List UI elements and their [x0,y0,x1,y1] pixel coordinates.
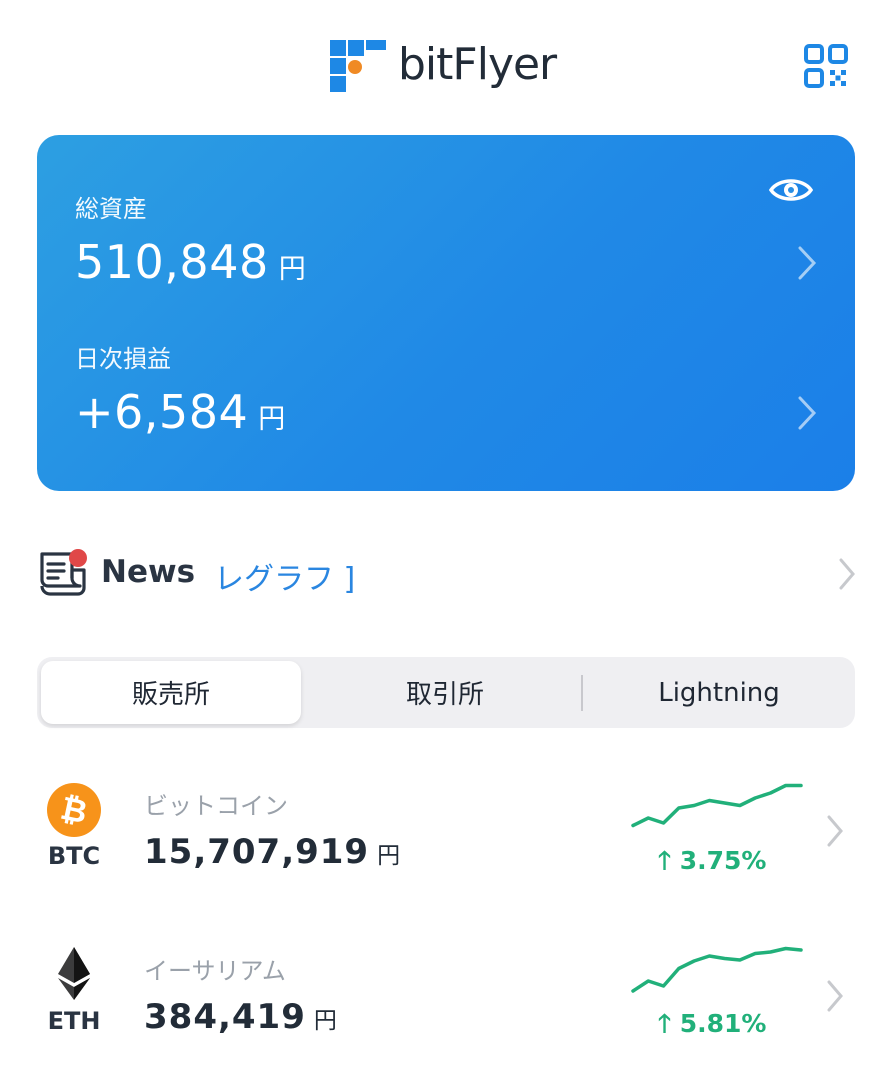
price-change-value: 3.75% [679,846,767,875]
app-header: bitFlyer [0,0,892,120]
news-row[interactable]: News レグラフ ] [38,540,856,610]
tab-torihikijo[interactable]: 取引所 [313,661,577,724]
logo-text: bitFlyer [398,39,557,90]
daily-pnl-row[interactable]: 日次損益 +6,584 円 [37,327,855,439]
news-icon [40,549,87,596]
sparkline-chart [631,783,803,828]
sparkline-line [631,946,803,993]
news-ticker[interactable]: レグラフ ] [214,554,355,598]
balance-card: 総資産 510,848 円 日次損益 +6,584 円 [37,135,855,491]
coin-row-btc[interactable]: ₿ BTC ビットコイン 15,707,919 円 🡑 3.75% [0,770,892,920]
ethereum-icon [58,947,90,1000]
coin-price-value: 384,419 [144,997,306,1037]
coin-symbol: ETH [47,1007,101,1035]
total-assets-row[interactable]: 総資産 510,848 円 [37,175,855,289]
chevron-right-icon [798,246,817,280]
tab-divider [581,675,583,711]
total-assets-unit: 円 [278,254,307,285]
price-change: 🡑 3.75% [658,842,766,885]
coin-symbol: BTC [47,842,101,870]
coin-price: 15,707,919 円 [144,832,401,872]
qr-code-icon[interactable] [802,42,850,90]
total-assets-label: 総資産 [75,195,147,223]
coin-price: 384,419 円 [144,997,338,1037]
daily-pnl-label: 日次損益 [75,345,171,373]
market-tabs: 販売所 取引所 Lightning [37,657,855,728]
daily-pnl-value: +6,584 [75,385,249,439]
bitflyer-logo: bitFlyer [330,36,557,94]
bitflyer-logo-mark [330,36,388,94]
coin-price-unit: 円 [377,843,402,869]
coin-name: イーサリアム [144,957,286,985]
news-title: News [101,554,196,590]
coin-name: ビットコイン [144,792,288,820]
daily-pnl-amount: +6,584 円 [75,385,286,439]
price-change: 🡑 5.81% [658,1005,766,1048]
arrow-up-icon: 🡑 [658,846,672,875]
coin-price-value: 15,707,919 [144,832,370,872]
coin-row-eth[interactable]: ETH イーサリアム 384,419 円 🡑 5.81% [0,935,892,1085]
total-assets-value: 510,848 [75,235,269,289]
chevron-right-icon [827,815,843,847]
tab-hanbaijo[interactable]: 販売所 [41,661,301,724]
chevron-right-icon [827,980,843,1012]
chevron-right-icon [839,558,855,590]
sparkline-chart [631,946,803,993]
sparkline-line [631,783,803,828]
bitcoin-icon: ₿ [47,783,101,837]
tab-lightning[interactable]: Lightning [587,661,851,724]
coin-price-unit: 円 [313,1008,338,1034]
daily-pnl-unit: 円 [258,404,286,435]
total-assets-amount: 510,848 円 [75,235,306,289]
chevron-right-icon [798,396,817,430]
